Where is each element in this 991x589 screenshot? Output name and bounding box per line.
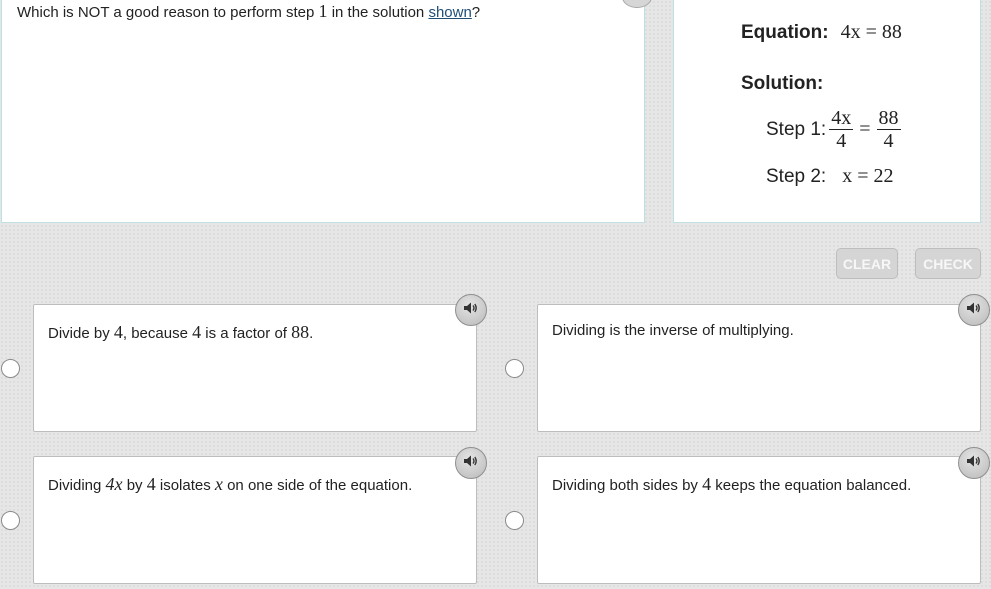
step2-label: Step 2: bbox=[766, 166, 827, 187]
step1-right-numerator: 88 bbox=[876, 107, 901, 130]
choice-a-part: is a factor of bbox=[201, 325, 292, 342]
choice-c-part: by bbox=[122, 477, 147, 494]
choice-a-part: Divide by bbox=[48, 325, 114, 342]
speaker-icon bbox=[463, 301, 479, 319]
choice-c-math: 4 bbox=[146, 474, 156, 494]
choice-c-radio[interactable] bbox=[1, 511, 20, 530]
choice-c-math: x bbox=[214, 474, 223, 494]
step2-equation: x = 22 bbox=[842, 165, 894, 187]
choice-c-part: Dividing bbox=[48, 477, 106, 494]
equation-panel: Equation: 4x = 88 Solution: Step 1: 4x 4… bbox=[673, 0, 981, 223]
choice-d-audio-button[interactable] bbox=[958, 447, 990, 479]
choice-d-card[interactable]: Dividing both sides by 4 keeps the equat… bbox=[537, 456, 981, 584]
question-text-start: Which is NOT a good reason to perform st… bbox=[17, 4, 319, 21]
step1-right-fraction: 88 4 bbox=[876, 107, 901, 152]
step1-equals: = bbox=[859, 118, 871, 140]
step2-row: Step 2: x = 22 bbox=[766, 165, 894, 188]
equation-row: Equation: 4x = 88 bbox=[741, 21, 902, 44]
choice-a-part: , because bbox=[122, 325, 193, 342]
check-button[interactable]: CHECK bbox=[915, 248, 981, 279]
choice-d-text: Dividing both sides by 4 keeps the equat… bbox=[552, 474, 911, 495]
choice-a-audio-button[interactable] bbox=[455, 294, 487, 326]
choice-a-part: . bbox=[309, 325, 314, 342]
question-step-number: 1 bbox=[318, 1, 328, 21]
choice-a-math: 88 bbox=[291, 322, 310, 342]
choice-d-part: Dividing both sides by bbox=[552, 477, 703, 494]
question-text-end: ? bbox=[471, 4, 481, 21]
clear-button[interactable]: CLEAR bbox=[836, 248, 898, 279]
question-text: Which is NOT a good reason to perform st… bbox=[17, 1, 480, 22]
solution-label: Solution: bbox=[741, 73, 824, 94]
choice-a-math: 4 bbox=[192, 322, 202, 342]
choice-d-part: keeps the equation balanced. bbox=[711, 477, 912, 494]
choice-c-audio-button[interactable] bbox=[455, 447, 487, 479]
step1-label: Step 1: bbox=[766, 118, 827, 140]
choice-c-math: 4x bbox=[105, 474, 123, 494]
choice-c-part: isolates bbox=[155, 477, 215, 494]
step1-row: Step 1: 4x 4 = 88 4 bbox=[766, 107, 904, 152]
choice-a-text: Divide by 4, because 4 is a factor of 88… bbox=[48, 322, 313, 343]
step1-right-denominator: 4 bbox=[883, 130, 894, 152]
choice-a-math: 4 bbox=[113, 322, 123, 342]
choice-b-radio[interactable] bbox=[505, 359, 524, 378]
step1-left-numerator: 4x bbox=[829, 107, 854, 130]
shown-link[interactable]: shown bbox=[428, 4, 471, 21]
step1-left-denominator: 4 bbox=[836, 130, 847, 152]
choice-a-radio[interactable] bbox=[1, 359, 20, 378]
speaker-icon bbox=[463, 454, 479, 472]
choice-d-radio[interactable] bbox=[505, 511, 524, 530]
speaker-icon bbox=[966, 454, 982, 472]
choice-c-part: on one side of the equation. bbox=[222, 477, 413, 494]
choice-c-text: Dividing 4x by 4 isolates x on one side … bbox=[48, 474, 412, 495]
choice-b-audio-button[interactable] bbox=[958, 294, 990, 326]
equation-expression: 4x = 88 bbox=[840, 21, 902, 43]
choice-a-card[interactable]: Divide by 4, because 4 is a factor of 88… bbox=[33, 304, 477, 432]
choice-b-text: Dividing is the inverse of multiplying. bbox=[552, 322, 794, 339]
step1-left-fraction: 4x 4 bbox=[829, 107, 854, 152]
equation-label: Equation: bbox=[741, 22, 829, 43]
choice-c-card[interactable]: Dividing 4x by 4 isolates x on one side … bbox=[33, 456, 477, 584]
choice-d-math: 4 bbox=[702, 474, 712, 494]
question-panel: Which is NOT a good reason to perform st… bbox=[1, 0, 645, 223]
speaker-icon bbox=[966, 301, 982, 319]
choice-b-card[interactable]: Dividing is the inverse of multiplying. bbox=[537, 304, 981, 432]
question-text-middle: in the solution bbox=[327, 4, 429, 21]
